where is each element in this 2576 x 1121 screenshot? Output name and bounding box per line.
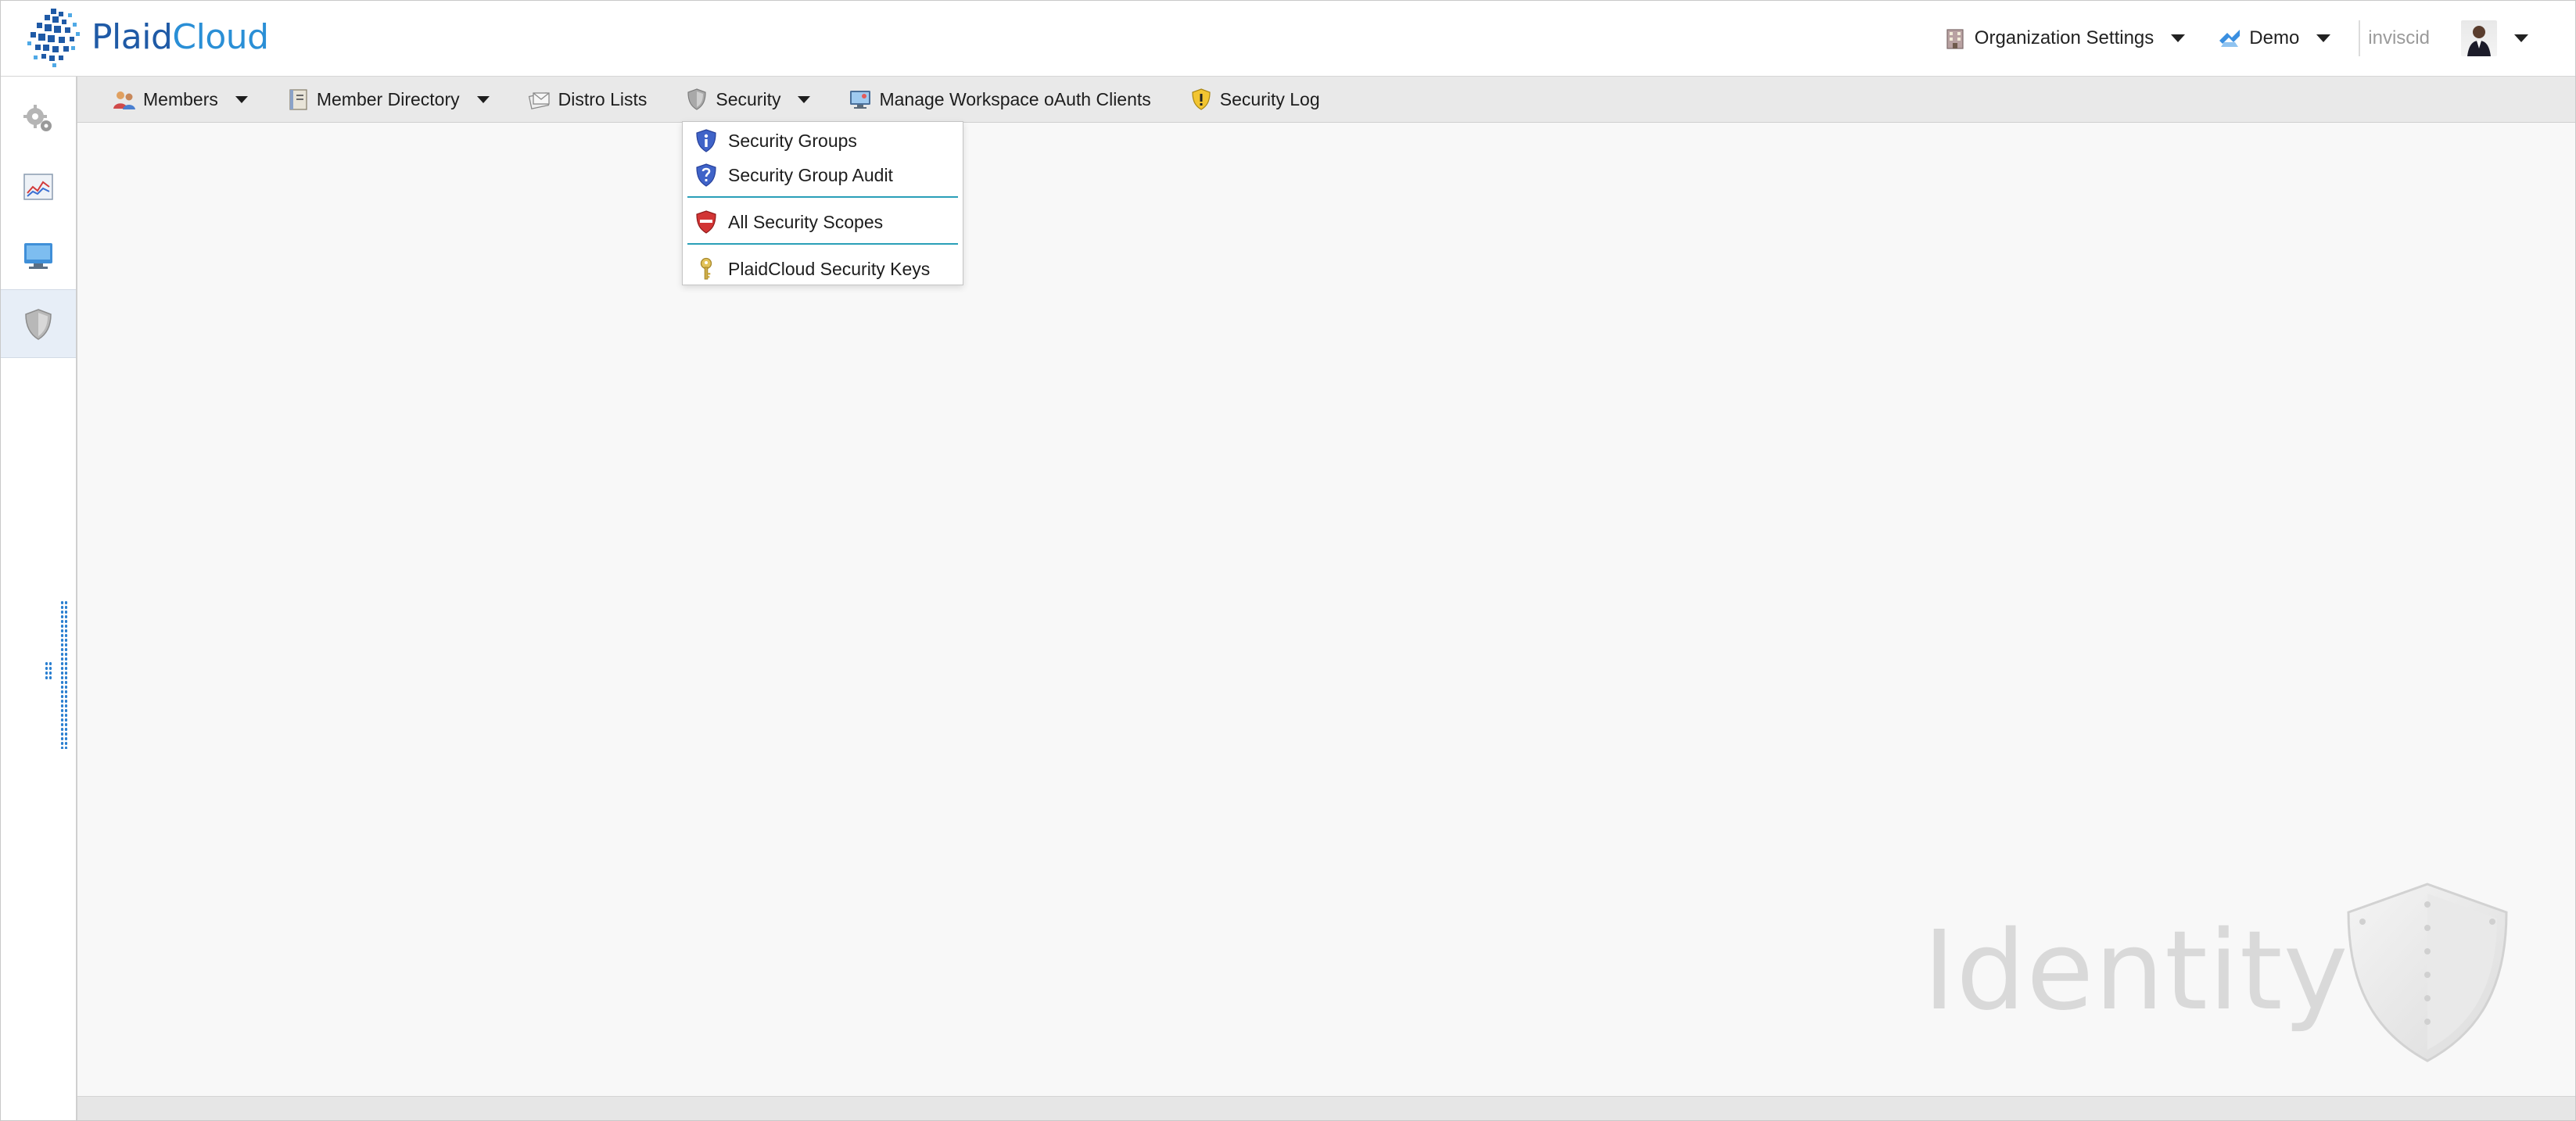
logo-text-plaid: Plaid bbox=[91, 16, 173, 57]
shield-icon bbox=[25, 309, 52, 340]
header-divider bbox=[2359, 20, 2361, 56]
menu-item-plaidcloud-security-keys[interactable]: PlaidCloud Security Keys bbox=[683, 252, 963, 286]
logo-text: PlaidCloud bbox=[91, 17, 269, 57]
red-shield-icon bbox=[696, 210, 716, 234]
top-header: PlaidCloud Organization Settings Demo in… bbox=[1, 1, 2575, 77]
menu-separator bbox=[687, 196, 958, 198]
rail-item-analytics[interactable] bbox=[1, 153, 76, 220]
menu-item-security-group-audit[interactable]: Security Group Audit bbox=[683, 158, 963, 192]
security-log-label: Security Log bbox=[1219, 88, 1320, 109]
distro-lists-button[interactable]: Distro Lists bbox=[524, 77, 651, 122]
workspace-label: Demo bbox=[2249, 27, 2300, 48]
menu-item-label: Security Group Audit bbox=[728, 164, 893, 185]
splitter-arrow-icon[interactable] bbox=[45, 661, 52, 680]
identity-watermark-text: Identity bbox=[1923, 908, 2349, 1035]
chevron-down-icon bbox=[2316, 34, 2331, 42]
username-label: inviscid bbox=[2368, 27, 2430, 48]
security-log-button[interactable]: Security Log bbox=[1186, 77, 1323, 122]
organization-settings-menu[interactable]: Organization Settings bbox=[1942, 25, 2186, 52]
app-window: PlaidCloud Organization Settings Demo in… bbox=[0, 0, 2576, 1121]
distro-list-icon bbox=[528, 92, 550, 109]
menu-item-label: Security Groups bbox=[728, 130, 857, 151]
member-directory-label: Member Directory bbox=[316, 88, 460, 109]
manage-oauth-clients-button[interactable]: Manage Workspace oAuth Clients bbox=[845, 77, 1153, 122]
rail-item-workspace[interactable] bbox=[1, 222, 76, 289]
monitor-folder-icon bbox=[24, 243, 52, 269]
members-label: Members bbox=[143, 88, 218, 109]
plaidcloud-logo-icon bbox=[27, 9, 80, 67]
key-icon bbox=[700, 257, 712, 280]
menu-item-all-security-scopes[interactable]: All Security Scopes bbox=[683, 205, 963, 239]
avatar bbox=[2461, 20, 2497, 56]
workspace-icon bbox=[2219, 30, 2241, 47]
directory-book-icon bbox=[289, 89, 307, 110]
organization-settings-label: Organization Settings bbox=[1974, 27, 2154, 48]
menu-item-label: All Security Scopes bbox=[728, 211, 884, 232]
security-label: Security bbox=[716, 88, 781, 109]
menu-item-label: PlaidCloud Security Keys bbox=[728, 258, 931, 279]
security-dropdown-menu: Security Groups Security Group Audit All… bbox=[682, 121, 963, 285]
building-icon bbox=[1946, 29, 1964, 49]
chevron-down-icon bbox=[2171, 34, 2186, 42]
oauth-clients-label: Manage Workspace oAuth Clients bbox=[879, 88, 1151, 109]
oauth-monitor-icon bbox=[850, 91, 871, 109]
security-menu[interactable]: Security bbox=[681, 77, 813, 122]
header-right: Organization Settings Demo inviscid bbox=[1910, 1, 2528, 76]
user-photo-icon bbox=[2467, 26, 2491, 56]
user-menu[interactable] bbox=[2430, 20, 2528, 56]
module-toolbar: Members Member Directory Distro Lists Se… bbox=[77, 77, 2575, 123]
left-rail bbox=[1, 77, 77, 1120]
question-shield-icon bbox=[696, 163, 716, 187]
security-shield-icon bbox=[687, 88, 706, 110]
workspace-menu[interactable]: Demo bbox=[2216, 25, 2331, 52]
analytics-chart-icon bbox=[23, 174, 53, 200]
warning-shield-icon bbox=[1192, 88, 1211, 110]
chevron-down-icon bbox=[798, 95, 811, 103]
plaidcloud-logo[interactable]: PlaidCloud bbox=[24, 5, 269, 68]
menu-separator bbox=[687, 243, 958, 245]
identity-watermark-shield-icon bbox=[2347, 883, 2508, 1062]
chevron-down-icon bbox=[235, 95, 248, 103]
panel-splitter-handle[interactable] bbox=[60, 600, 68, 749]
status-bar bbox=[77, 1096, 2575, 1120]
distro-lists-label: Distro Lists bbox=[558, 88, 648, 109]
member-directory-menu[interactable]: Member Directory bbox=[282, 77, 493, 122]
members-menu[interactable]: Members bbox=[109, 77, 251, 122]
logo-text-cloud: Cloud bbox=[172, 16, 269, 57]
chevron-down-icon bbox=[2514, 34, 2528, 42]
rail-item-identity[interactable] bbox=[1, 289, 76, 358]
menu-item-security-groups[interactable]: Security Groups bbox=[683, 124, 963, 158]
rail-item-settings[interactable] bbox=[1, 84, 76, 152]
gears-icon bbox=[23, 105, 52, 131]
members-icon bbox=[113, 91, 135, 109]
info-shield-icon bbox=[696, 129, 716, 152]
chevron-down-icon bbox=[476, 95, 490, 103]
